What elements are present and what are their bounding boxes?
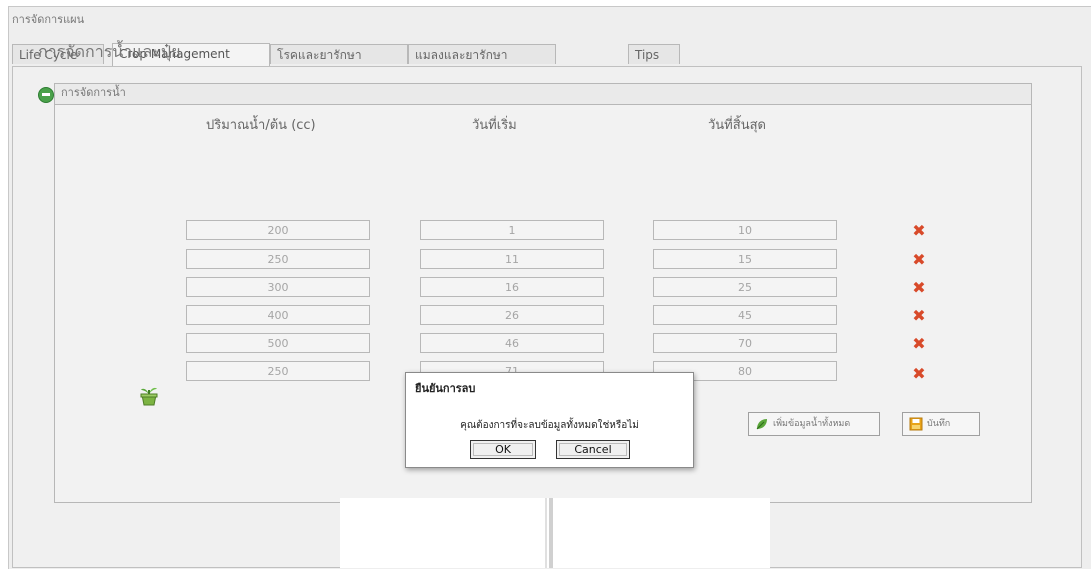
header-start-day: วันที่เริ่ม (472, 118, 517, 133)
window-title: การจัดการแผน (12, 13, 85, 26)
start-day-field[interactable]: 1 (420, 220, 604, 240)
end-day-field[interactable]: 15 (653, 249, 837, 269)
divider (549, 498, 553, 568)
save-button[interactable]: บันทึก (902, 412, 980, 436)
start-day-field[interactable]: 11 (420, 249, 604, 269)
water-amount-field[interactable]: 250 (186, 249, 370, 269)
delete-row-icon[interactable]: ✖ (911, 336, 927, 352)
water-amount-field[interactable]: 500 (186, 333, 370, 353)
end-day-field[interactable]: 70 (653, 333, 837, 353)
add-all-water-label: เพิ่มข้อมูลน้ำทั้งหมด (773, 419, 851, 429)
start-day-field[interactable]: 26 (420, 305, 604, 325)
plant-pot-icon[interactable] (138, 382, 160, 406)
water-amount-field[interactable]: 250 (186, 361, 370, 381)
group-title: การจัดการน้ำ (55, 84, 1031, 105)
collapse-toggle-icon[interactable] (38, 87, 54, 103)
end-day-field[interactable]: 45 (653, 305, 837, 325)
tab-tips[interactable]: Tips (628, 44, 680, 64)
ok-button[interactable]: OK (470, 440, 536, 459)
delete-row-icon[interactable]: ✖ (911, 280, 927, 296)
start-day-field[interactable]: 46 (420, 333, 604, 353)
delete-row-icon[interactable]: ✖ (911, 308, 927, 324)
delete-row-icon[interactable]: ✖ (911, 252, 927, 268)
leaf-icon (756, 418, 767, 429)
section-title: การจัดการน้ำและปุ๋ย (38, 42, 181, 61)
delete-row-icon[interactable]: ✖ (911, 366, 927, 382)
dialog-title: ยืนยันการลบ (415, 382, 476, 395)
header-water-amount: ปริมาณน้ำ/ต้น (cc) (206, 118, 316, 133)
cancel-button[interactable]: Cancel (556, 440, 630, 459)
bottom-block (340, 498, 770, 568)
confirm-delete-dialog: ยืนยันการลบ คุณต้องการที่จะลบข้อมูลทั้งห… (405, 372, 694, 468)
add-all-water-button[interactable]: เพิ่มข้อมูลน้ำทั้งหมด (748, 412, 880, 436)
floppy-disk-icon (909, 417, 923, 430)
save-label: บันทึก (927, 419, 951, 429)
water-amount-field[interactable]: 200 (186, 220, 370, 240)
start-day-field[interactable]: 16 (420, 277, 604, 297)
dialog-message: คุณต้องการที่จะลบข้อมูลทั้งหมดใช่หรือไม่ (460, 420, 639, 431)
header-end-day: วันที่สิ้นสุด (708, 118, 766, 133)
end-day-field[interactable]: 25 (653, 277, 837, 297)
end-day-field[interactable]: 10 (653, 220, 837, 240)
water-amount-field[interactable]: 300 (186, 277, 370, 297)
tab-insects[interactable]: แมลงและยารักษา (408, 44, 556, 64)
tab-disease[interactable]: โรคและยารักษา (270, 44, 408, 64)
delete-row-icon[interactable]: ✖ (911, 223, 927, 239)
divider (545, 498, 547, 568)
water-amount-field[interactable]: 400 (186, 305, 370, 325)
